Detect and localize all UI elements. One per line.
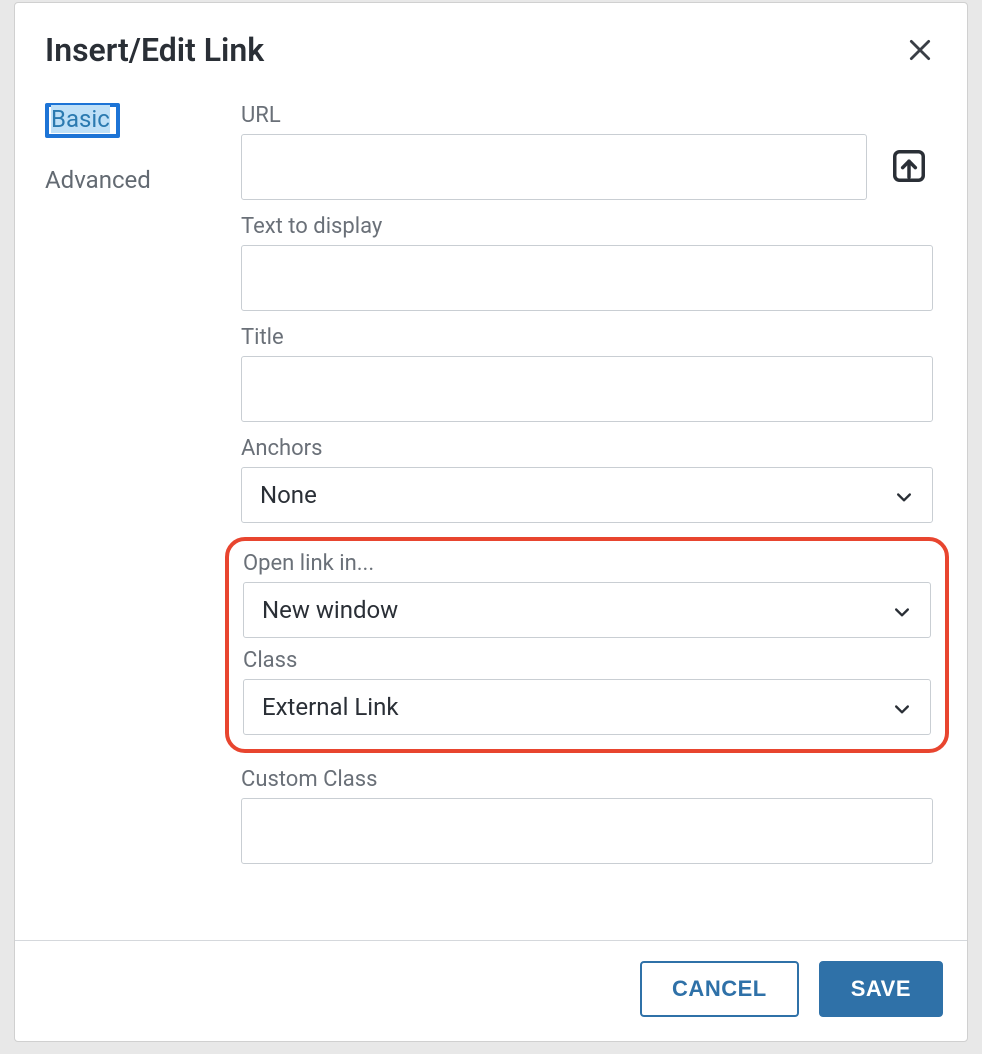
dialog-body: Basic Advanced URL xyxy=(15,77,967,940)
dialog-title: Insert/Edit Link xyxy=(45,31,264,69)
open-link-label: Open link in... xyxy=(243,551,931,576)
title-input[interactable] xyxy=(241,356,933,422)
save-label: SAVE xyxy=(851,976,911,1001)
highlighted-fields: Open link in... New window Class Externa… xyxy=(225,537,949,753)
url-label: URL xyxy=(241,103,867,128)
save-button[interactable]: SAVE xyxy=(819,961,943,1017)
url-input[interactable] xyxy=(241,134,867,200)
dialog-footer: CANCEL SAVE xyxy=(15,940,967,1041)
chevron-down-icon xyxy=(892,600,912,620)
dialog-header: Insert/Edit Link xyxy=(15,3,967,77)
open-link-value: New window xyxy=(262,596,398,624)
form-panel: URL Text to display xyxy=(241,103,937,940)
close-icon[interactable] xyxy=(907,37,933,63)
custom-class-label: Custom Class xyxy=(241,767,933,792)
upload-icon xyxy=(890,147,928,189)
cancel-label: CANCEL xyxy=(672,976,767,1001)
tab-advanced[interactable]: Advanced xyxy=(45,166,195,194)
class-label: Class xyxy=(243,648,931,673)
anchors-select[interactable]: None xyxy=(241,467,933,523)
class-value: External Link xyxy=(262,693,399,721)
custom-class-input[interactable] xyxy=(241,798,933,864)
anchors-label: Anchors xyxy=(241,436,933,461)
chevron-down-icon xyxy=(894,485,914,505)
anchors-value: None xyxy=(260,481,317,509)
cancel-button[interactable]: CANCEL xyxy=(640,961,799,1017)
open-link-select[interactable]: New window xyxy=(243,582,931,638)
chevron-down-icon xyxy=(892,697,912,717)
title-label: Title xyxy=(241,325,933,350)
class-select[interactable]: External Link xyxy=(243,679,931,735)
text-display-input[interactable] xyxy=(241,245,933,311)
insert-edit-link-dialog: Insert/Edit Link Basic Advanced URL xyxy=(14,2,968,1042)
dialog-tabs: Basic Advanced xyxy=(45,103,195,940)
tab-basic-label: Basic xyxy=(51,105,110,133)
tab-advanced-label: Advanced xyxy=(45,166,151,194)
tab-basic[interactable]: Basic xyxy=(45,103,120,138)
upload-button[interactable] xyxy=(885,144,933,192)
text-display-label: Text to display xyxy=(241,214,933,239)
